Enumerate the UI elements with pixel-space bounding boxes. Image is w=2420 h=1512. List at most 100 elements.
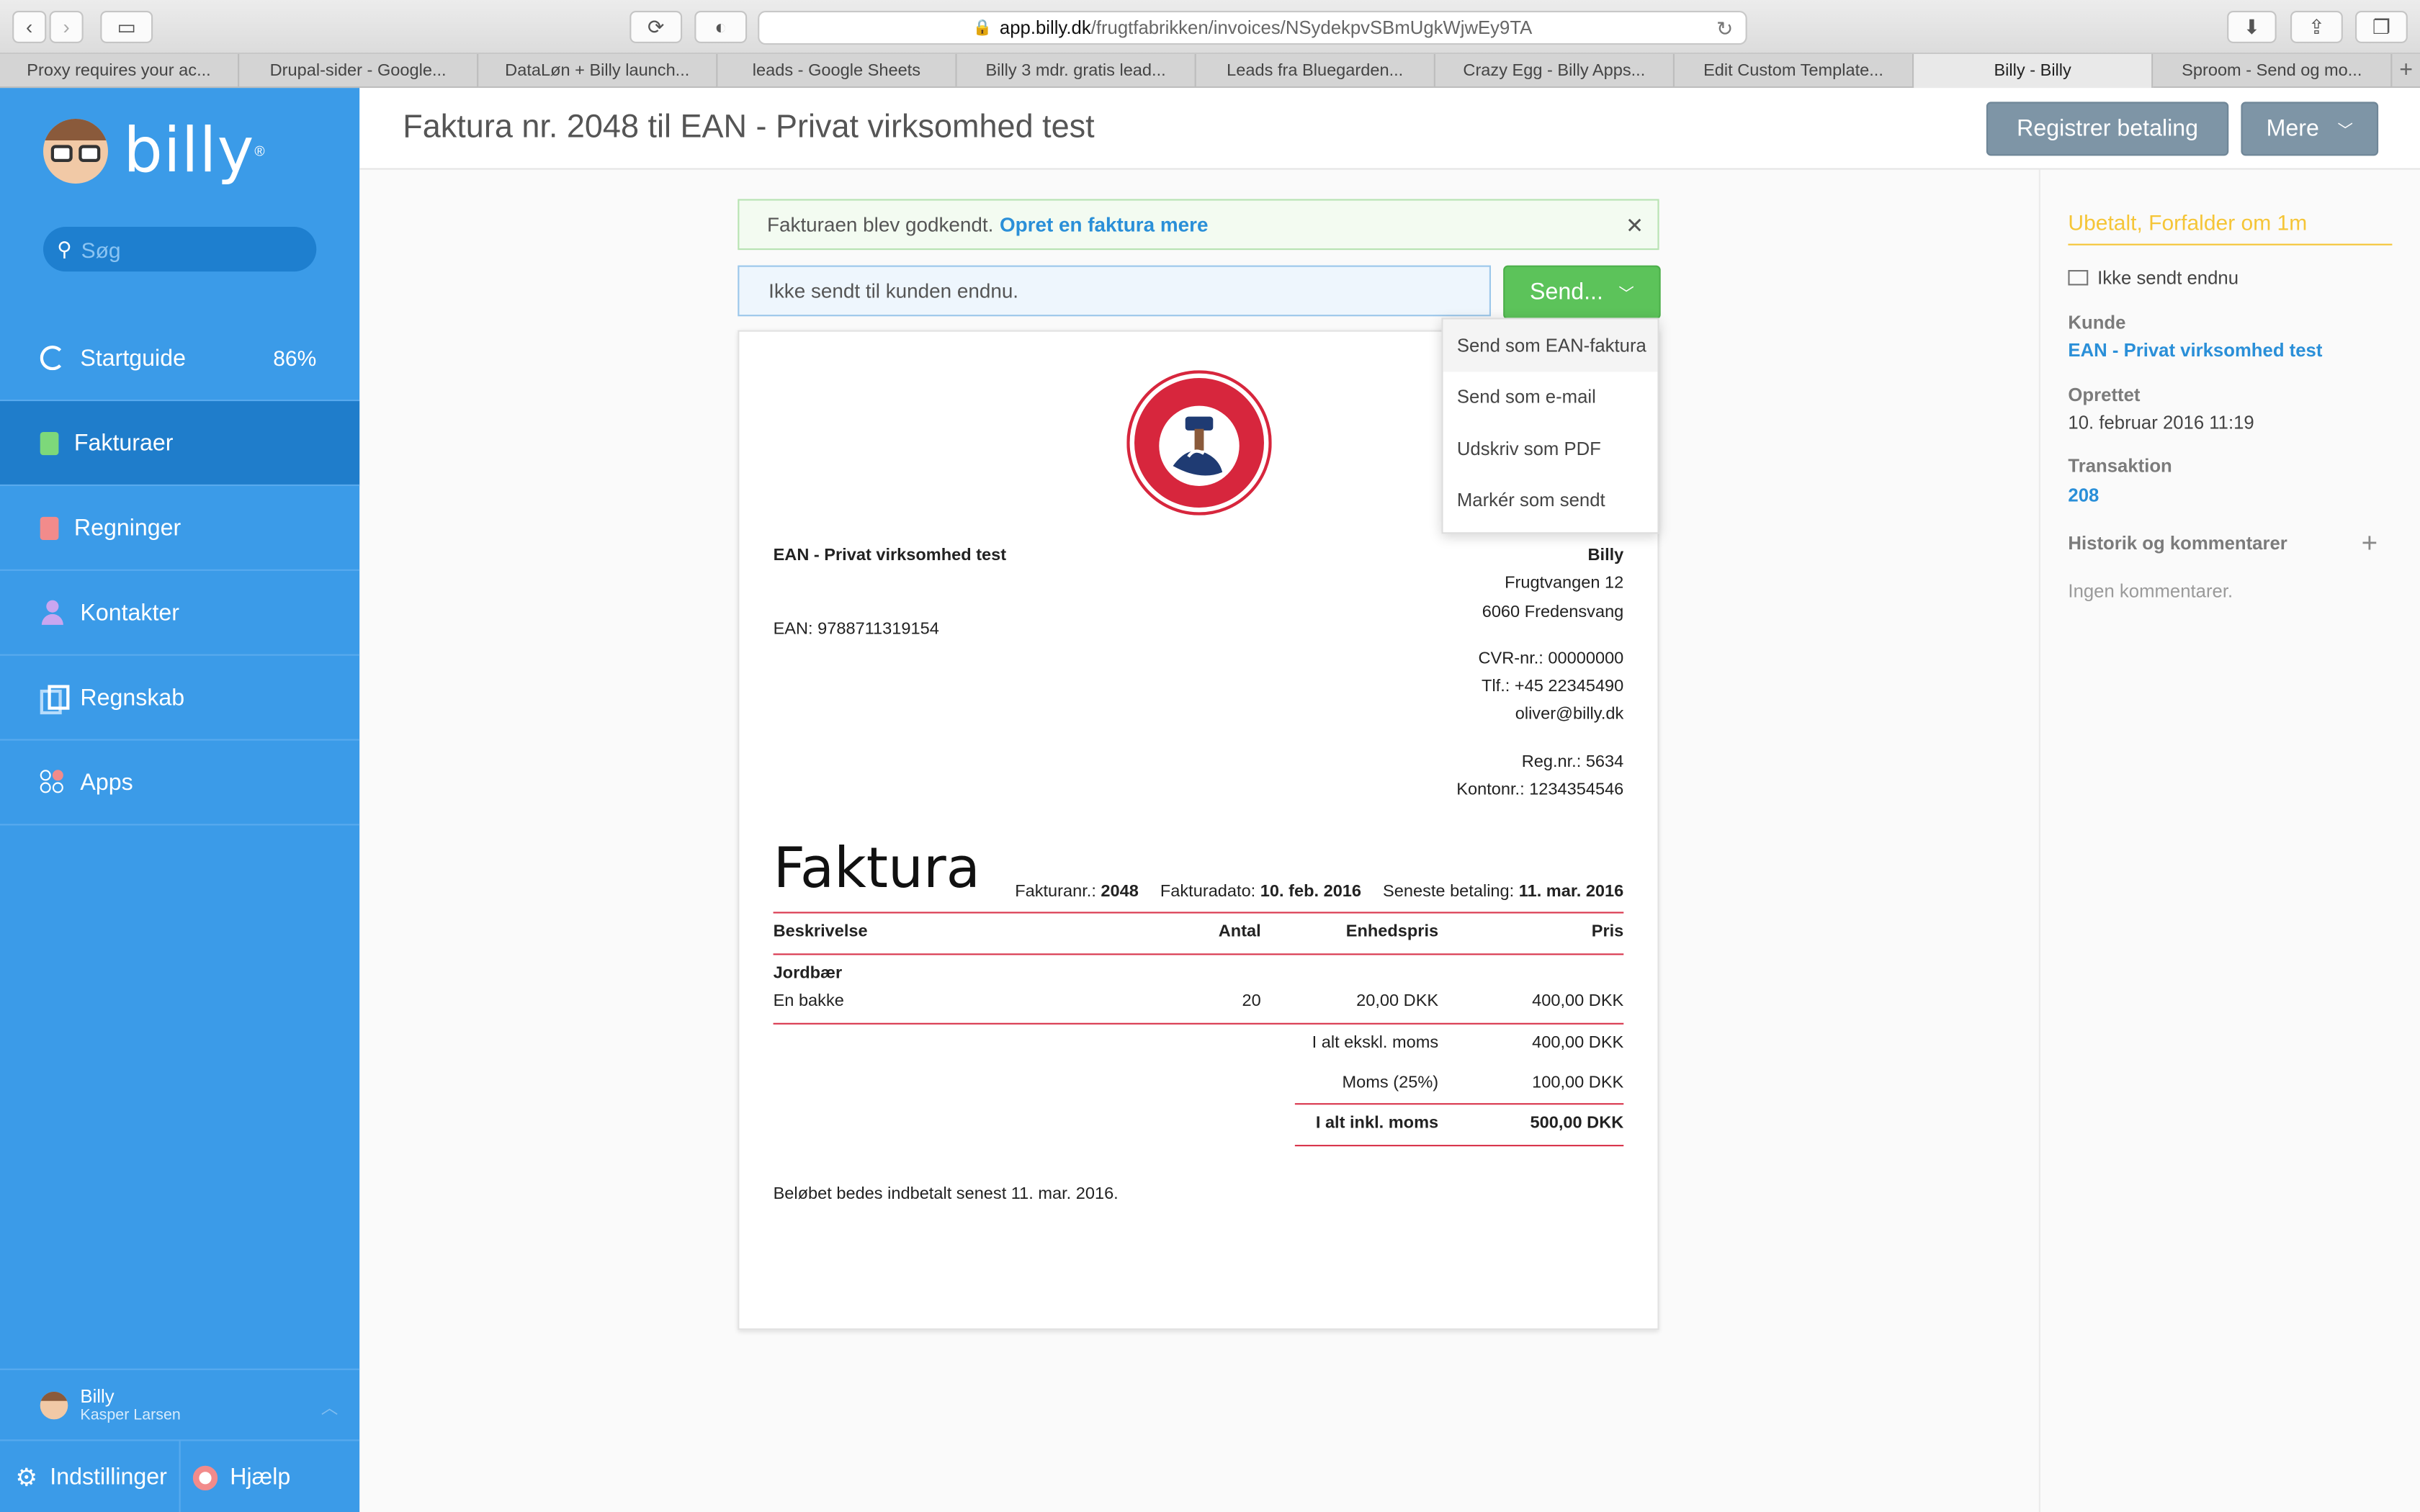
forward-button[interactable]: › xyxy=(49,11,84,43)
browser-tab[interactable]: Edit Custom Template... xyxy=(1675,54,1914,89)
total-excl-label: I alt ekskl. moms xyxy=(1312,1033,1439,1053)
browser-tab[interactable]: Drupal-sider - Google... xyxy=(239,54,479,89)
total-incl-row: I alt inkl. moms 500,00 DKK xyxy=(774,1114,1623,1138)
menu-item-mark-sent[interactable]: Markér som sendt xyxy=(1443,474,1658,526)
shield-icon[interactable]: ◐ xyxy=(694,11,748,43)
invoice-date: 10. feb. 2016 xyxy=(1260,882,1362,901)
browser-tab[interactable]: Sproom - Send og mo... xyxy=(2153,54,2393,89)
back-button[interactable]: ‹ xyxy=(12,11,47,43)
sidebar-item-regninger[interactable]: Regninger xyxy=(0,486,360,571)
company-block: Billy Frugtvangen 12 6060 Fredensvang CV… xyxy=(1456,541,1623,804)
sidebar-toggle-icon[interactable]: ▭ xyxy=(100,11,153,43)
line-desc: En bakke xyxy=(773,991,844,1011)
share-icon[interactable]: ⇪ xyxy=(2290,11,2343,43)
help-button[interactable]: Hjælp xyxy=(181,1441,290,1512)
tabs-overview-icon[interactable]: ❐ xyxy=(2355,11,2408,43)
menu-item-send-ean[interactable]: Send som EAN-faktura xyxy=(1443,319,1658,372)
line-qty: 20 xyxy=(1242,991,1261,1011)
gear-icon: ⚙ xyxy=(15,1464,38,1492)
search-box[interactable]: ⚲ xyxy=(43,227,317,272)
arm-and-hammer-logo xyxy=(1126,370,1272,516)
register-payment-button[interactable]: Registrer betaling xyxy=(1986,102,2229,156)
search-input[interactable] xyxy=(81,236,297,262)
total-excl-row: I alt ekskl. moms 400,00 DKK xyxy=(774,1034,1624,1058)
page-title: Faktura nr. 2048 til EAN - Privat virkso… xyxy=(403,109,1095,145)
notice-text: Fakturaen blev godkendt. xyxy=(767,212,994,236)
user-name: Kasper Larsen xyxy=(80,1406,181,1423)
sidebar-item-label: Apps xyxy=(80,769,133,796)
progress-ring-icon xyxy=(40,346,65,371)
user-menu[interactable]: Billy Kasper Larsen ︿ xyxy=(0,1368,360,1440)
success-notice: Fakturaen blev godkendt. Opret en faktur… xyxy=(738,199,1659,251)
history-label: Historik og kommentarer xyxy=(2068,532,2287,554)
logo-text: billy xyxy=(123,115,255,187)
sidebar-footer: ⚙ Indstillinger Hjælp xyxy=(0,1439,360,1512)
menu-item-send-email[interactable]: Send som e-mail xyxy=(1443,371,1658,423)
sidebar-item-regnskab[interactable]: Regnskab xyxy=(0,656,360,741)
send-button[interactable]: Send... ﹀ xyxy=(1503,265,1661,320)
browser-tab[interactable]: Leads fra Bluegarden... xyxy=(1196,54,1435,89)
vat-label: Moms (25%) xyxy=(1342,1074,1439,1093)
customer-link[interactable]: EAN - Privat virksomhed test xyxy=(2068,339,2322,361)
menu-item-print-pdf[interactable]: Udskriv som PDF xyxy=(1443,423,1658,474)
transaction-label: Transaktion xyxy=(2068,455,2172,477)
browser-tab[interactable]: Proxy requires your ac... xyxy=(0,54,240,89)
sidebar-item-startguide[interactable]: Startguide 86% xyxy=(0,316,360,402)
status-badge: Ubetalt, Forfalder om 1m xyxy=(2068,210,2393,246)
browser-tab[interactable]: Billy 3 mdr. gratis lead... xyxy=(957,54,1196,89)
sidebar-item-label: Regnskab xyxy=(80,684,185,711)
company-address2: 6060 Fredensvang xyxy=(1482,602,1624,621)
apps-icon xyxy=(40,770,65,794)
invoice-due-label: Seneste betaling: xyxy=(1383,882,1515,901)
vat-row: Moms (25%) 100,00 DKK xyxy=(774,1074,1624,1098)
page-header: Faktura nr. 2048 til EAN - Privat virkso… xyxy=(359,88,2420,170)
company-account: Kontonr.: 1234354546 xyxy=(1456,780,1624,800)
column-header-qty: Antal xyxy=(1218,922,1261,942)
browser-tab[interactable]: Crazy Egg - Billy Apps... xyxy=(1435,54,1675,89)
table-row: Jordbær xyxy=(774,964,1624,989)
browser-tab-active[interactable]: Billy - Billy xyxy=(1914,54,2154,89)
add-comment-icon[interactable]: + xyxy=(2362,528,2378,560)
divider xyxy=(1294,1103,1624,1105)
sidebar-item-kontakter[interactable]: Kontakter xyxy=(0,571,360,656)
address-bar[interactable]: 🔒 app.billy.dk/frugtfabrikken/invoices/N… xyxy=(758,11,1747,45)
chevron-up-icon: ︿ xyxy=(321,1399,339,1418)
invoice-heading: Faktura xyxy=(773,837,980,901)
invoice-date-label: Fakturadato: xyxy=(1160,882,1256,901)
table-row: En bakke 20 20,00 DKK 400,00 DKK xyxy=(774,992,1624,1017)
reload-icon[interactable]: ↻ xyxy=(1716,17,1733,42)
envelope-icon xyxy=(2068,270,2089,286)
customer-ean: EAN: 9788711319154 xyxy=(773,620,939,639)
browser-tab[interactable]: DataLøn + Billy launch... xyxy=(478,54,718,89)
create-another-invoice-link[interactable]: Opret en faktura mere xyxy=(1000,213,1209,236)
sidebar-nav: Startguide 86% Fakturaer Regninger Konta… xyxy=(0,316,360,826)
sync-icon[interactable]: ⟳ xyxy=(629,11,683,43)
company-reg: Reg.nr.: 5634 xyxy=(1521,752,1624,771)
customer-block: EAN - Privat virksomhed test EAN: 978871… xyxy=(774,541,1007,643)
lock-icon: 🔒 xyxy=(972,19,992,37)
settings-button[interactable]: ⚙ Indstillinger xyxy=(0,1441,181,1512)
send-dropdown-menu: Send som EAN-faktura Send som e-mail Uds… xyxy=(1441,318,1659,534)
company-phone: Tlf.: +45 22345490 xyxy=(1482,678,1624,696)
sidebar-item-fakturaer[interactable]: Fakturaer xyxy=(0,401,360,486)
browser-tabs: Proxy requires your ac... Drupal-sider -… xyxy=(0,54,2420,89)
column-header-price: Pris xyxy=(1591,922,1624,942)
total-excl-value: 400,00 DKK xyxy=(1532,1033,1624,1053)
sidebar-item-apps[interactable]: Apps xyxy=(0,741,360,826)
lifebuoy-icon xyxy=(192,1464,218,1490)
more-button[interactable]: Mere ﹀ xyxy=(2241,102,2379,156)
new-tab-icon[interactable]: + xyxy=(2392,54,2420,86)
invoice-icon xyxy=(40,431,59,455)
billy-logo[interactable]: billy ® xyxy=(43,119,265,184)
company-address1: Frugtvangen 12 xyxy=(1505,574,1624,593)
sidebar-item-label: Startguide xyxy=(80,344,186,372)
downloads-icon[interactable]: ⬇ xyxy=(2227,11,2277,43)
browser-tab[interactable]: leads - Google Sheets xyxy=(717,54,957,89)
sent-status: Ikke sendt endnu xyxy=(2068,267,2238,289)
close-icon[interactable]: ✕ xyxy=(1626,213,1644,239)
ledger-icon xyxy=(40,685,70,715)
chevron-down-icon: ﹀ xyxy=(2337,123,2353,140)
company-name: Billy xyxy=(1587,546,1624,565)
main-content: Fakturaen blev godkendt. Opret en faktur… xyxy=(359,169,2039,1512)
transaction-link[interactable]: 208 xyxy=(2068,485,2099,506)
